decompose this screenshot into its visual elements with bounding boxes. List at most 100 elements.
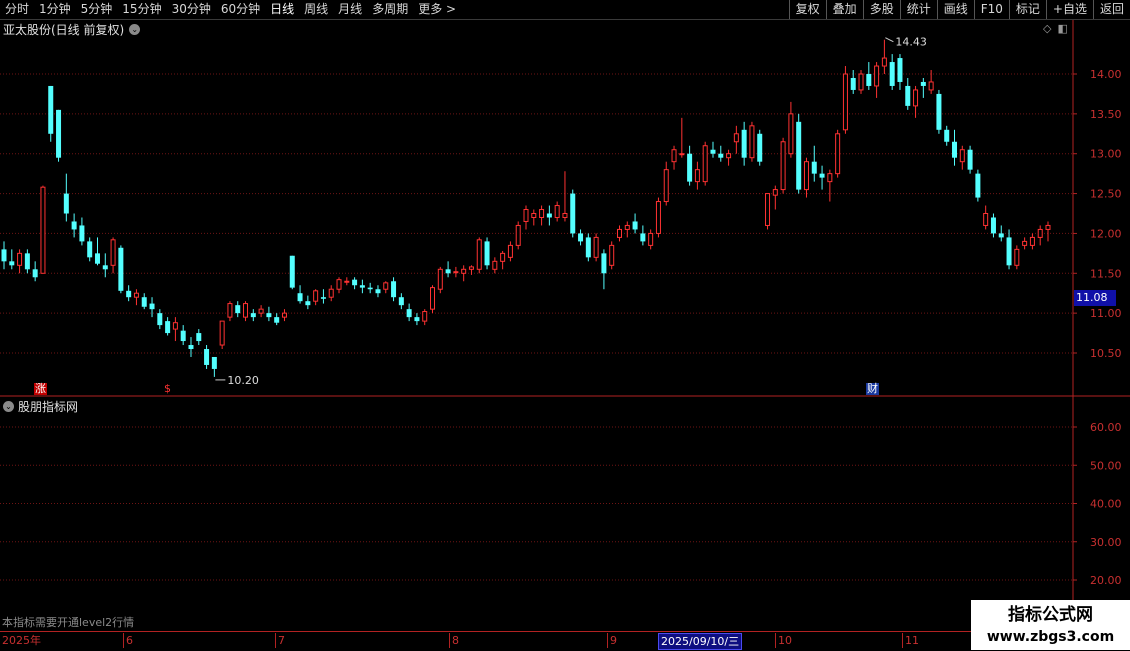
- candle-body: [204, 349, 210, 365]
- candle-body: [741, 129, 747, 158]
- kline-chart[interactable]: 14.00 13.50 13.00 12.50 12.00 11.50 11.00 10.50…: [0, 0, 1130, 650]
- candle-body: [866, 74, 872, 86]
- candle-body: [624, 224, 630, 230]
- candle-body: [570, 193, 576, 234]
- indicator-label: 30.00: [1090, 536, 1122, 549]
- candle-body: [437, 268, 443, 290]
- high-arrow: [885, 37, 894, 43]
- candle-body: [422, 311, 428, 322]
- candle-body: [367, 287, 373, 290]
- candle-body: [375, 289, 381, 294]
- candle-body: [352, 279, 358, 286]
- candle-body: [827, 173, 833, 183]
- candle-body: [507, 244, 513, 258]
- price-label: 13.50: [1090, 108, 1122, 121]
- candle-body: [453, 271, 459, 274]
- marker-cai[interactable]: 财: [866, 383, 879, 395]
- indicator-label: 60.00: [1090, 421, 1122, 434]
- candle-body: [687, 153, 693, 182]
- candle-body: [414, 317, 420, 322]
- indicator-label: 40.00: [1090, 498, 1122, 511]
- candle-body: [749, 125, 755, 159]
- indicator-label: 50.00: [1090, 459, 1122, 472]
- price-label: 13.00: [1090, 148, 1122, 161]
- candle-body: [227, 303, 233, 318]
- candle-body: [609, 244, 615, 266]
- marker-zhang[interactable]: 涨: [34, 383, 47, 395]
- candle-body: [648, 232, 654, 246]
- candle-body: [102, 265, 108, 270]
- low-price-label: 10.20: [227, 374, 259, 387]
- candle-body: [1022, 240, 1028, 246]
- chevron-down-icon[interactable]: ⌄: [3, 401, 14, 412]
- candle-body: [484, 241, 490, 266]
- candle-body: [772, 189, 778, 196]
- candle-body: [258, 308, 264, 314]
- candle-body: [850, 77, 856, 90]
- candle-body: [266, 313, 272, 318]
- candle-body: [328, 288, 334, 298]
- date-axis: 2025年 6 7 8 9 2025/09/10/三 10 11: [0, 631, 1130, 651]
- candle-body: [663, 169, 669, 203]
- candle-body: [967, 149, 973, 170]
- candle-body: [546, 213, 552, 218]
- date-label-aug: 8: [449, 633, 459, 648]
- candle-body: [913, 89, 919, 107]
- price-label: 12.50: [1090, 188, 1122, 201]
- watermark-logo: 指标公式网 www.zbgs3.com: [971, 600, 1130, 650]
- candle-body: [578, 233, 584, 242]
- candle-body: [165, 321, 171, 334]
- candle-body: [94, 253, 100, 264]
- candle-body: [959, 149, 965, 163]
- candle-body: [905, 85, 911, 106]
- candle-body: [110, 239, 116, 266]
- date-label-oct: 10: [775, 633, 792, 648]
- candle-body: [133, 292, 139, 298]
- candle-body: [79, 225, 85, 242]
- candle-body: [1045, 224, 1051, 230]
- candle-body: [243, 303, 249, 318]
- candle-body: [765, 193, 771, 226]
- candle-body: [211, 356, 217, 369]
- candle-body: [71, 221, 77, 230]
- candle-body: [920, 81, 926, 86]
- candle-body: [616, 228, 622, 238]
- candle-body: [702, 145, 708, 183]
- candle-body: [889, 62, 895, 86]
- candle-body: [359, 285, 365, 288]
- candle-body: [461, 268, 467, 274]
- candle-body: [56, 109, 62, 158]
- cursor-date: 2025/09/10/三: [658, 633, 743, 650]
- candle-body: [655, 201, 661, 234]
- candle-body: [281, 312, 287, 318]
- candle-body: [928, 81, 934, 91]
- candle-body: [975, 173, 981, 198]
- candle-body: [445, 269, 451, 274]
- candle-body: [476, 239, 482, 270]
- candle-body: [562, 213, 568, 218]
- candle-body: [274, 317, 280, 323]
- candle-body: [796, 121, 802, 190]
- candle-body: [515, 224, 521, 246]
- candle-body: [141, 297, 147, 307]
- candle-body: [531, 213, 537, 218]
- candle-body: [835, 133, 841, 175]
- candle-body: [952, 141, 958, 158]
- candle-body: [710, 149, 716, 154]
- level2-notice: 本指标需要开通level2行情: [2, 616, 135, 629]
- candle-body: [500, 252, 506, 262]
- candle-body: [539, 209, 545, 218]
- candle-body: [391, 281, 397, 298]
- price-label: 12.00: [1090, 227, 1122, 240]
- price-label: 10.50: [1090, 347, 1122, 360]
- price-label: 14.00: [1090, 68, 1122, 81]
- candle-body: [313, 290, 319, 302]
- current-price-tag: 11.08: [1074, 290, 1116, 306]
- candle-body: [819, 173, 825, 178]
- candle-body: [1037, 228, 1043, 238]
- candle-body: [858, 73, 864, 91]
- candle-body: [990, 217, 996, 234]
- watermark-url: www.zbgs3.com: [986, 629, 1115, 645]
- marker-dollar[interactable]: $: [163, 383, 172, 395]
- date-label-year: 2025年: [2, 634, 41, 647]
